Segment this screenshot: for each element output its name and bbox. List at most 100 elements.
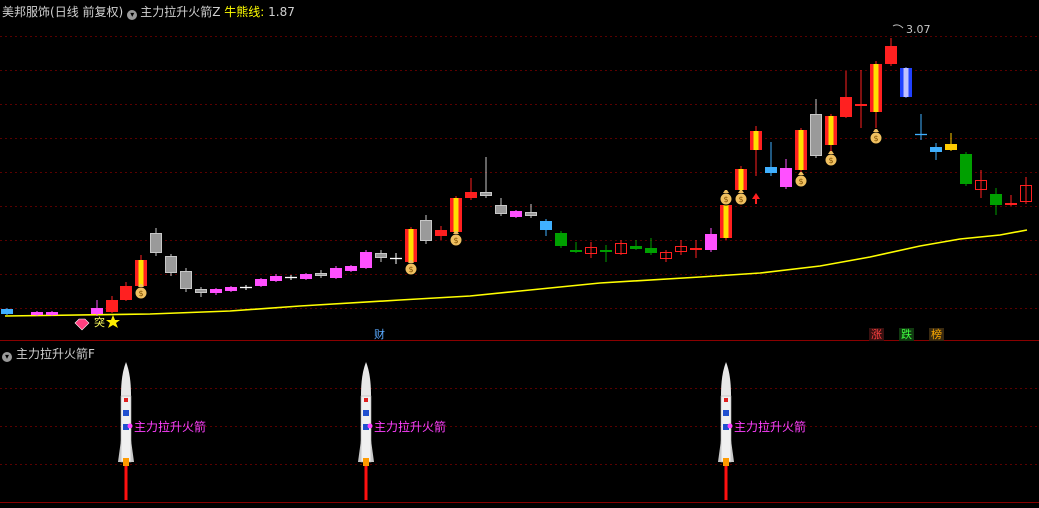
- candle-body: [990, 194, 1002, 205]
- rocket-fin: [131, 440, 134, 462]
- money-bag-icon: $: [404, 260, 418, 276]
- candlestick: [91, 300, 103, 316]
- candlestick: [1005, 195, 1017, 206]
- chart-window: $ $ $ $ $ $ $ $3.07 突主力拉升火箭 主力拉升火箭 主力拉升火箭 美邦服饰(日线 …: [0, 0, 1039, 504]
- candle-body: [780, 168, 792, 187]
- candlestick: [165, 254, 177, 276]
- candlestick: [870, 61, 882, 128]
- candlestick: [900, 67, 912, 98]
- rocket-fin: [718, 440, 721, 462]
- candlestick: [795, 128, 807, 172]
- candle-body: [180, 271, 192, 289]
- start-signal-text: 突: [94, 315, 105, 329]
- money-bag-neck: [723, 190, 729, 193]
- rocket-band: [364, 398, 368, 402]
- candlestick: [1020, 177, 1032, 204]
- candlestick: [240, 285, 252, 290]
- candle-body: [840, 97, 852, 117]
- candlestick: [345, 265, 357, 272]
- candle-body: [375, 253, 387, 258]
- candle-highlight: [723, 205, 729, 238]
- rocket-dot: [367, 423, 373, 429]
- rocket-window: [723, 410, 729, 416]
- badge-ranking[interactable]: 榜: [929, 328, 944, 341]
- candlestick: [765, 142, 777, 176]
- stock-name: 美邦服饰: [2, 5, 51, 19]
- candle-body: [765, 167, 777, 173]
- candle-body: [315, 273, 327, 276]
- candlestick: [840, 71, 852, 118]
- candlestick: [285, 275, 297, 280]
- rocket-trail: [364, 466, 368, 500]
- candle-body: [495, 205, 507, 214]
- candle-body: [165, 256, 177, 273]
- candle-highlight: [753, 131, 759, 150]
- candle-body: [525, 212, 537, 216]
- candlestick: [720, 202, 732, 240]
- sub-chart-header: ▾ 主力拉升火箭F: [2, 345, 95, 362]
- money-bag-icon: $: [869, 129, 883, 145]
- money-bag-sign: $: [408, 265, 413, 274]
- candle-body: [930, 147, 942, 152]
- high-price-label: 3.07: [906, 23, 931, 36]
- candle-highlight: [828, 116, 834, 145]
- indicator-menu-icon[interactable]: ▾: [127, 10, 138, 20]
- candlestick: [750, 126, 762, 176]
- candlestick: [150, 228, 162, 256]
- candlestick: [315, 270, 327, 278]
- rocket-band: [724, 398, 728, 402]
- candlestick: [210, 288, 222, 295]
- star-icon: [106, 315, 120, 328]
- candle-body: [210, 289, 222, 293]
- candlestick: [1, 308, 13, 315]
- money-bag-sign: $: [453, 236, 458, 245]
- indicator-name[interactable]: 主力拉升火箭Z: [140, 5, 220, 19]
- sub-indicator-menu-icon[interactable]: ▾: [2, 352, 12, 362]
- candle-body: [960, 154, 972, 184]
- rocket-signal-2: 主力拉升火箭: [358, 362, 446, 500]
- money-bag-sign: $: [738, 195, 743, 204]
- candle-highlight: [798, 130, 804, 170]
- badge-limit-up[interactable]: 涨: [869, 328, 884, 341]
- candle-body: [945, 144, 957, 150]
- sub-indicator-name[interactable]: 主力拉升火箭F: [16, 347, 95, 361]
- candlestick: [825, 114, 837, 152]
- badge-finance[interactable]: 财: [372, 328, 387, 341]
- money-bag-neck: [873, 129, 879, 132]
- money-bag-sign: $: [723, 195, 728, 204]
- rocket-band: [124, 398, 128, 402]
- rocket-label: 主力拉升火箭: [134, 419, 206, 434]
- candlestick: [810, 99, 822, 158]
- candle-body: [345, 266, 357, 271]
- money-bag-icon: $: [134, 284, 148, 300]
- badge-limit-down[interactable]: 跌: [899, 328, 914, 341]
- candlestick: [555, 231, 567, 248]
- candle-body: [600, 250, 612, 252]
- candle-body: [195, 289, 207, 293]
- candle-body: [690, 248, 702, 250]
- candlestick: [405, 227, 417, 264]
- candlestick: [855, 70, 867, 128]
- candlestick: [705, 228, 717, 252]
- rocket-signal-1: 主力拉升火箭: [118, 362, 206, 500]
- candlestick: [945, 133, 957, 151]
- candle-body: [570, 250, 582, 252]
- candlestick: [915, 114, 927, 140]
- rocket-dot: [127, 423, 133, 429]
- money-bag-icon: $: [824, 151, 838, 167]
- money-bag-sign: $: [798, 177, 803, 186]
- candle-body: [330, 268, 342, 278]
- candlestick: [975, 170, 987, 198]
- candlestick: [270, 274, 282, 282]
- candle-highlight: [873, 64, 879, 112]
- candlestick: [570, 242, 582, 253]
- candlestick: [525, 204, 537, 218]
- candle-highlight: [138, 260, 144, 286]
- candle-body: [1005, 203, 1017, 205]
- money-bag-neck: [738, 190, 744, 193]
- gem-icon: [74, 318, 90, 331]
- candlestick: [480, 157, 492, 198]
- kline-chart[interactable]: $ $ $ $ $ $ $ $3.07 突主力拉升火箭 主力拉升火箭 主力拉升火箭: [0, 0, 1039, 504]
- candle-body: [120, 286, 132, 300]
- candlestick: [600, 245, 612, 262]
